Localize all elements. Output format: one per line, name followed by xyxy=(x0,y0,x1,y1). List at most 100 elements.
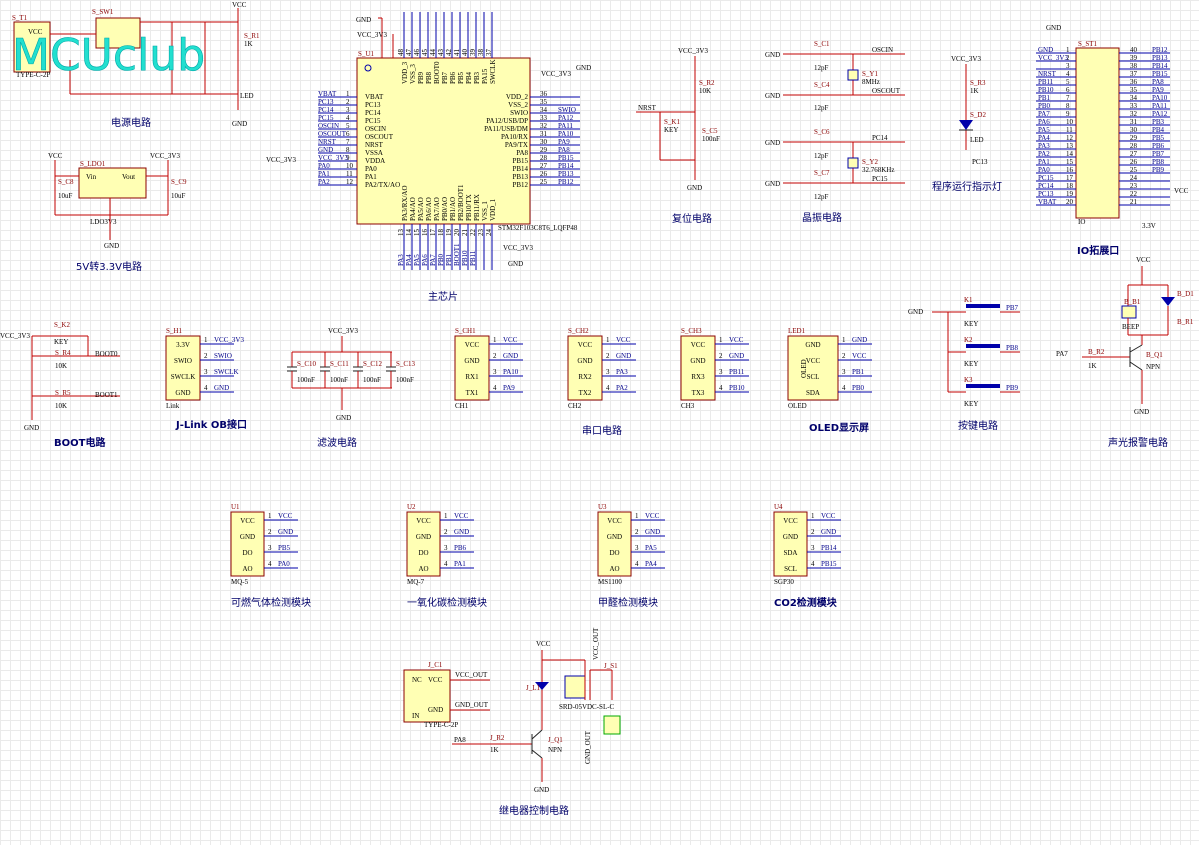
sensor-2-pin-label: VCC xyxy=(416,517,431,525)
mcu-pin-num: 31 xyxy=(540,130,548,138)
title-keys: 按键电路 xyxy=(958,419,998,432)
alarm-q-ref: B_Q1 xyxy=(1146,351,1163,359)
xtal-gnd-4: GND xyxy=(765,180,780,188)
mcu-top-pin-name: PB8 xyxy=(425,71,433,84)
mcu-pin-net: PA1 xyxy=(318,170,330,178)
ledind-d-ref: S_D2 xyxy=(970,111,986,119)
mcu-pin-net: GND xyxy=(318,146,333,154)
sensor-4-ref: U4 xyxy=(774,503,783,511)
oled-pin-label: SCL xyxy=(807,373,820,381)
relay-r2-ref: J_R2 xyxy=(490,734,505,742)
mcu-pin-name: PA11/USB/DM xyxy=(484,125,529,133)
io-pin-net: PB15 xyxy=(1152,70,1168,78)
sensor-2-pin-label: AO xyxy=(418,565,428,573)
mcu-pin-net: PA9 xyxy=(558,138,570,146)
io-pin-num: 39 xyxy=(1130,54,1138,62)
mcu-symbol: S_U1 STM32F103C8T6_LQFP48 1 VBAT VBAT 2 PC13… xyxy=(266,12,591,270)
io-pin-num: 37 xyxy=(1130,70,1138,78)
io-pin-num: 10 xyxy=(1066,118,1074,126)
ldo-in-net: VCC xyxy=(48,152,63,160)
alarm-beep-val: BEEP xyxy=(1122,323,1139,331)
oled-foot: OLED xyxy=(788,402,807,410)
mcu-top-pin-num: 45 xyxy=(421,49,429,57)
ldo-out-net: VCC_3V3 xyxy=(150,152,180,160)
alarm-r1-ref: B_R1 xyxy=(1177,318,1194,326)
sensor-4-pin-num: 2 xyxy=(811,528,815,536)
schematic-canvas: 电源电路 5V转3.3V电路 主芯片 复位电路 晶振电路 程序运行指示灯 IO拓… xyxy=(0,1,1194,817)
mcu-bottom-pin-net: PA3 xyxy=(397,254,405,266)
io-pin-net: PB10 xyxy=(1038,86,1054,94)
mcu-pin-name: VSSA xyxy=(365,149,383,157)
sensor-3-pin-num: 3 xyxy=(635,544,639,552)
io-pin-net: PA3 xyxy=(1038,142,1050,150)
io-pin-net: PC15 xyxy=(1038,174,1054,182)
jlink-pin-label: SWIO xyxy=(174,357,192,365)
oled-pin-label: VCC xyxy=(806,357,821,365)
serial-1-pin-num: 2 xyxy=(493,352,497,360)
sensor-3-foot: MS1100 xyxy=(598,578,622,586)
sensor-4-pin-num: 1 xyxy=(811,512,815,520)
title-co2: CO2检测模块 xyxy=(774,596,838,609)
alarm-q-val: NPN xyxy=(1146,363,1160,371)
mcu-pin-name: VDD_2 xyxy=(506,93,529,101)
sensor-2-pin-num: 3 xyxy=(444,544,448,552)
mcu-pin-name: OSCOUT xyxy=(365,133,394,141)
serial-2-pin-net: VCC xyxy=(616,336,631,344)
sensor-2-pin-net: PA1 xyxy=(454,560,466,568)
mcu-pin-num: 25 xyxy=(540,178,548,186)
sensor-1-pin-num: 1 xyxy=(268,512,272,520)
jlink-foot: Link xyxy=(166,402,180,410)
keys-gnd: GND xyxy=(908,308,923,316)
mcu-pin-net: PA0 xyxy=(318,162,330,170)
usbc-net-vcc: VCC_OUT xyxy=(455,671,488,679)
key-net: PB8 xyxy=(1006,344,1019,352)
mcu-top-pin-name: BOOT0 xyxy=(433,61,441,84)
io-pin-net: PA1 xyxy=(1038,158,1050,166)
mcu-pin-net: VCC_3V3 xyxy=(318,154,348,162)
mcu-pin-num: 32 xyxy=(540,122,548,130)
xtal-c6-val: 12pF xyxy=(814,152,829,160)
filter-cap-ref: S_C12 xyxy=(363,360,383,368)
oled-pin-net: GND xyxy=(852,336,867,344)
jlink-pin-label: 3.3V xyxy=(176,341,190,349)
mcu-pin-name: OSCIN xyxy=(365,125,386,133)
ldo-gnd: GND xyxy=(104,242,119,250)
mcu-bottom-pin-num: 23 xyxy=(477,229,485,237)
sensor-1-pin-num: 2 xyxy=(268,528,272,536)
sensor-3-pin-num: 4 xyxy=(635,560,639,568)
sensor-2-pin-net: PB6 xyxy=(454,544,467,552)
mcu-top-pin-num: 44 xyxy=(429,49,437,57)
mcu-bottom-3v3: VCC_3V3 xyxy=(503,244,533,252)
mcu-bottom-pin-name: PB2/BOOT1 xyxy=(457,184,465,221)
xtal-y1-val: 8MHz xyxy=(862,78,880,86)
io-pin-num: 15 xyxy=(1066,158,1074,166)
io-pin-num: 13 xyxy=(1066,142,1074,150)
jlink-module: S_H1 Link 3.3V 1 VCC_3V3 SWIO 2 SWIO SWCLK 3 SWCLK… xyxy=(165,327,244,410)
boot-vcc: VCC_3V3 xyxy=(0,332,30,340)
sensor-2-pin-label: DO xyxy=(418,549,428,557)
sensor-4-foot: SGP30 xyxy=(774,578,794,586)
mcu-top-pin-name: PB4 xyxy=(465,71,473,84)
reset-nrst: NRST xyxy=(638,104,657,112)
serial-1-foot: CH1 xyxy=(455,402,469,410)
crystal-circuit: GND GND GND GND S_C1 S_C4 S_C6 S_C7 12pF… xyxy=(765,40,905,201)
serial-1-pin-label: TX1 xyxy=(466,389,479,397)
mcu-pin-name: PA2/TX/AO xyxy=(365,181,400,189)
io-pin-num: 8 xyxy=(1066,102,1070,110)
sensor-4-pin-label: VCC xyxy=(783,517,798,525)
mcu-pin-num: 34 xyxy=(540,106,548,114)
io-header-label: IO xyxy=(1078,218,1085,226)
boot-b0: BOOT0 xyxy=(95,350,118,358)
serial-2-ref: S_CH2 xyxy=(568,327,589,335)
relay-q-val: NPN xyxy=(548,746,562,754)
serial-2-pin-net: GND xyxy=(616,352,631,360)
mcu-top-pin-name: VSS_3 xyxy=(409,64,417,84)
sensor-3-pin-net: GND xyxy=(645,528,660,536)
mcu-top-pin-name: PB9 xyxy=(417,71,425,84)
sensor-4-pin-label: SCL xyxy=(784,565,797,573)
title-io-expand: IO拓展口 xyxy=(1077,244,1119,257)
jlink-pin-num: 1 xyxy=(204,336,208,344)
mcu-pin-name: PB12 xyxy=(512,181,528,189)
usbc-ref: J_C1 xyxy=(428,661,443,669)
mcu-pin-name: PA10/RX xyxy=(501,133,528,141)
